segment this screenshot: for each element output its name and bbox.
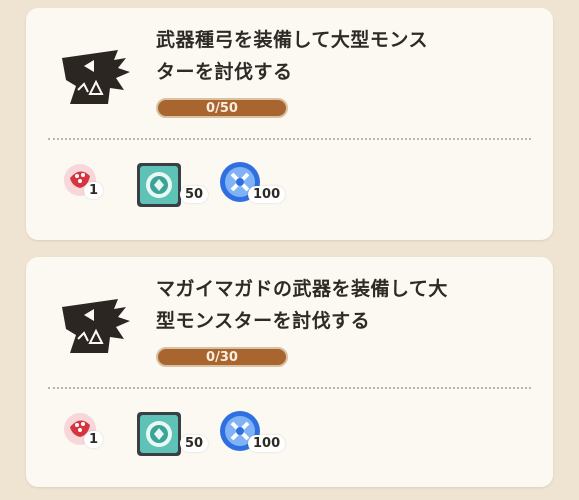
quest-title-line: マガイマガドの武器を装備して大 [156, 278, 448, 300]
quest-title-line: 武器種弓を装備して大型モンス [156, 29, 429, 51]
reward-item[interactable]: 1 [62, 160, 122, 210]
progress-text: 0/30 [206, 349, 238, 365]
quest-title: 武器種弓を装備して大型モンス ターを討伐する [156, 24, 476, 88]
quest-title-line: 型モンスターを討伐する [156, 310, 371, 332]
progress-bar: 0/50 [156, 98, 288, 118]
monster-head-icon [62, 299, 130, 353]
green-crystal-icon [137, 163, 181, 207]
divider [48, 138, 531, 140]
reward-item[interactable]: 1 [62, 409, 122, 459]
quest-card[interactable]: マガイマガドの武器を装備して大 型モンスターを討伐する 0/30 1 50 10… [26, 257, 553, 487]
reward-item[interactable]: 50 [134, 160, 214, 210]
reward-item[interactable]: 100 [218, 409, 298, 459]
quest-card[interactable]: 武器種弓を装備して大型モンス ターを討伐する 0/50 1 50 100 [26, 8, 553, 240]
quest-title: マガイマガドの武器を装備して大 型モンスターを討伐する [156, 273, 476, 337]
reward-item[interactable]: 50 [134, 409, 214, 459]
quest-title-line: ターを討伐する [156, 61, 293, 83]
reward-quantity: 1 [84, 182, 104, 199]
reward-quantity: 50 [180, 186, 209, 203]
green-crystal-icon [137, 412, 181, 456]
reward-quantity: 100 [248, 435, 286, 452]
monster-head-icon [62, 50, 130, 104]
reward-quantity: 1 [84, 431, 104, 448]
progress-text: 0/50 [206, 100, 238, 116]
reward-quantity: 50 [180, 435, 209, 452]
reward-item[interactable]: 100 [218, 160, 298, 210]
reward-quantity: 100 [248, 186, 286, 203]
divider [48, 387, 531, 389]
progress-bar: 0/30 [156, 347, 288, 367]
